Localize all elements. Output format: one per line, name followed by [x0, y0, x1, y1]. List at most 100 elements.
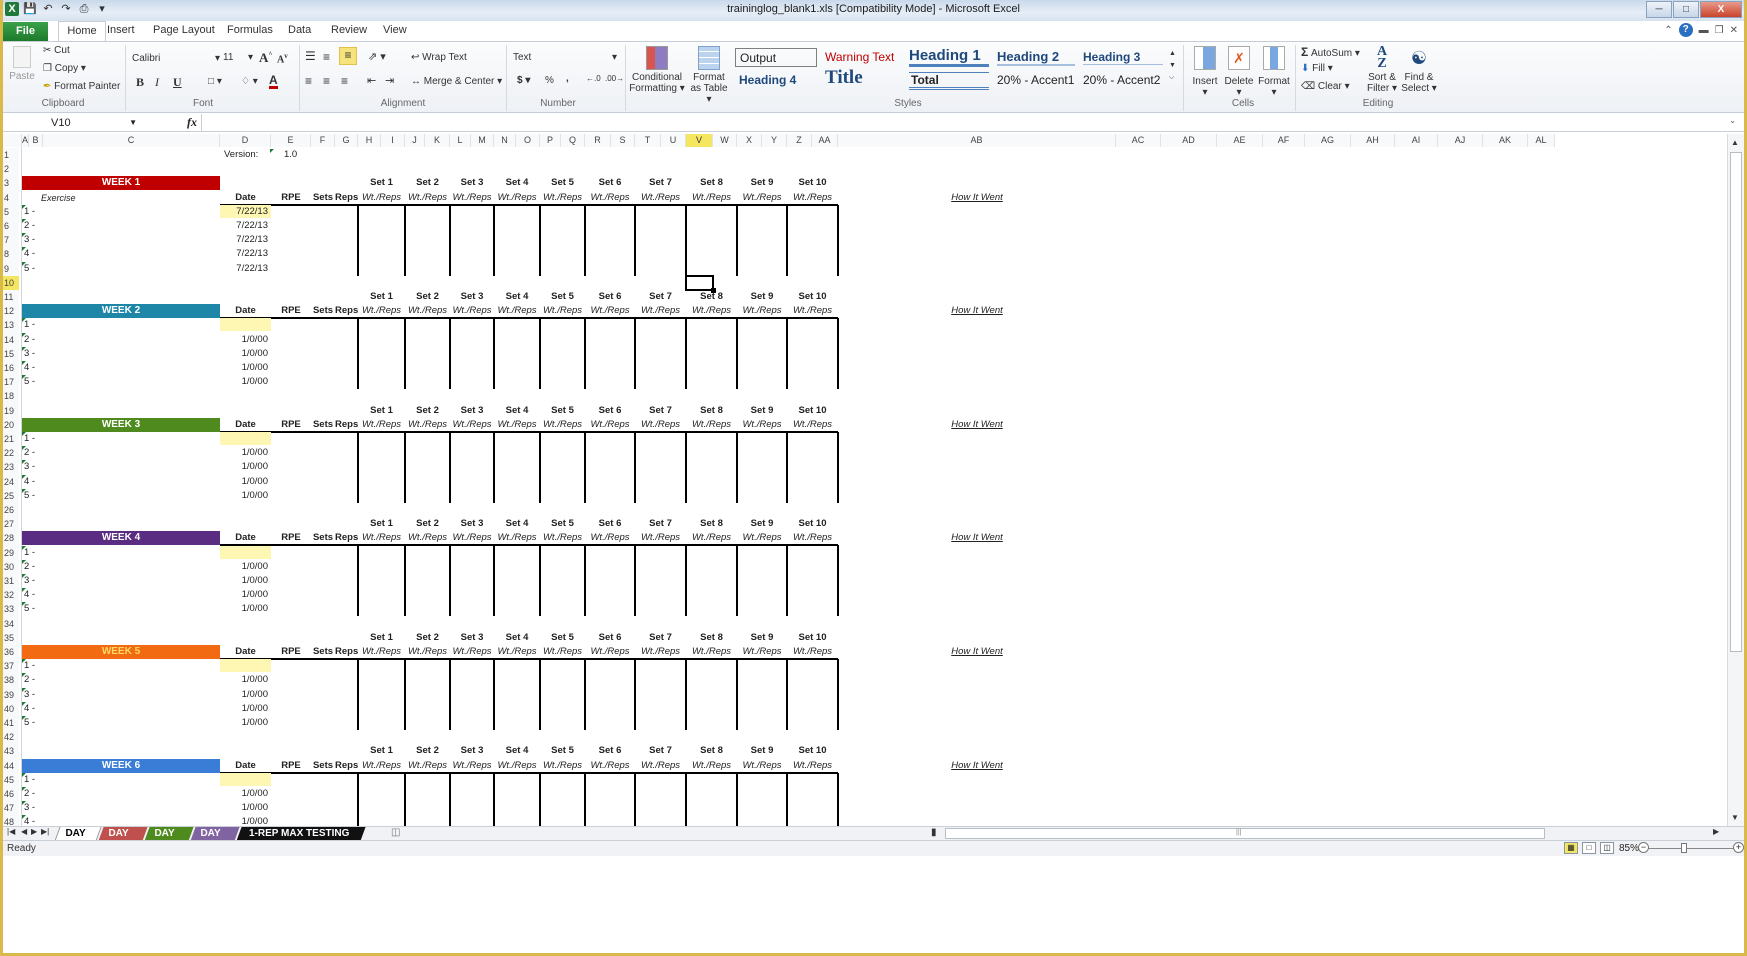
- row-header-45[interactable]: 45: [3, 772, 19, 787]
- exercise-cell[interactable]: 4 -: [24, 361, 35, 375]
- next-sheet-icon[interactable]: ▶: [31, 827, 37, 836]
- exercise-cell[interactable]: 5 -: [24, 489, 35, 503]
- column-header-u[interactable]: U: [661, 134, 686, 147]
- row-header-46[interactable]: 46: [3, 787, 19, 802]
- worksheet-grid[interactable]: A B C D E F G H I J K L M N O P Q R S T U V W X Y Z AA AB AC AD AE AF AG…: [3, 134, 1720, 826]
- exercise-cell[interactable]: 4 -: [24, 702, 35, 716]
- formula-input[interactable]: [201, 114, 1736, 131]
- exercise-cell[interactable]: 1 -: [24, 659, 35, 673]
- split-handle[interactable]: ▮: [931, 827, 937, 838]
- row-header-31[interactable]: 31: [3, 574, 19, 589]
- exercise-cell[interactable]: 5 -: [24, 602, 35, 616]
- currency-button[interactable]: $ ▾: [517, 75, 530, 86]
- column-header-aa[interactable]: AA: [812, 134, 838, 147]
- page-break-view-icon[interactable]: ◫: [1600, 842, 1614, 854]
- date-cell[interactable]: 1/0/00: [220, 460, 268, 474]
- find-select-button[interactable]: ☯ Find & Select ▾: [1401, 46, 1437, 94]
- date-cell[interactable]: 1/0/00: [220, 574, 268, 588]
- zoom-in-icon[interactable]: +: [1733, 842, 1744, 853]
- column-header-g[interactable]: G: [335, 134, 358, 147]
- exercise-cell[interactable]: 5 -: [24, 262, 35, 276]
- font-size-select[interactable]: 11 ▾: [223, 52, 253, 63]
- row-header-20[interactable]: 20: [3, 417, 19, 432]
- exercise-cell[interactable]: 4 -: [24, 475, 35, 489]
- date-cell[interactable]: 1/0/00: [220, 361, 268, 375]
- insert-cells-button[interactable]: Insert ▾: [1189, 46, 1221, 98]
- row-header-26[interactable]: 26: [3, 503, 19, 518]
- exercise-cell[interactable]: 2 -: [24, 787, 35, 801]
- exercise-cell[interactable]: 5 -: [24, 716, 35, 730]
- row-header-5[interactable]: 5: [3, 204, 19, 219]
- column-header-ac[interactable]: AC: [1116, 134, 1161, 147]
- row-header-44[interactable]: 44: [3, 758, 19, 773]
- column-header-c[interactable]: C: [43, 134, 220, 147]
- workbook-restore-icon[interactable]: ❐: [1715, 25, 1724, 36]
- column-header-n[interactable]: N: [494, 134, 516, 147]
- expand-formula-bar-icon[interactable]: ⌄: [1729, 116, 1736, 125]
- column-header-ai[interactable]: AI: [1395, 134, 1438, 147]
- row-header-28[interactable]: 28: [3, 531, 19, 546]
- tab-review[interactable]: Review: [331, 24, 367, 36]
- style-title[interactable]: Title: [825, 67, 863, 89]
- row-header-32[interactable]: 32: [3, 588, 19, 603]
- column-header-f[interactable]: F: [311, 134, 335, 147]
- exercise-cell[interactable]: 1 -: [24, 773, 35, 787]
- row-header-35[interactable]: 35: [3, 630, 19, 645]
- scroll-right-icon[interactable]: ▶: [1713, 827, 1719, 836]
- date-cell[interactable]: 1/0/00: [220, 560, 268, 574]
- format-as-table-button[interactable]: Format as Table ▾: [687, 46, 731, 105]
- style-output[interactable]: Output: [735, 48, 817, 67]
- format-painter-button[interactable]: ✒ Format Painter: [43, 81, 120, 92]
- exercise-cell[interactable]: 2 -: [24, 673, 35, 687]
- row-header-12[interactable]: 12: [3, 304, 19, 319]
- column-header-b[interactable]: B: [29, 134, 43, 147]
- column-header-z[interactable]: Z: [787, 134, 812, 147]
- column-header-o[interactable]: O: [516, 134, 540, 147]
- sheet-tab-day-4[interactable]: DAY 4: [190, 827, 240, 853]
- column-header-al[interactable]: AL: [1528, 134, 1555, 147]
- column-header-af[interactable]: AF: [1263, 134, 1305, 147]
- fill-color-button[interactable]: ♢ ▾: [241, 76, 258, 87]
- top-align-button[interactable]: ☰: [305, 49, 316, 63]
- last-sheet-icon[interactable]: ▶|: [41, 827, 49, 836]
- align-right-button[interactable]: ≡: [341, 74, 348, 88]
- middle-align-button[interactable]: ≡: [323, 50, 330, 64]
- date-cell[interactable]: 7/22/13: [220, 247, 268, 261]
- column-header-m[interactable]: M: [471, 134, 494, 147]
- style-total[interactable]: Total: [909, 72, 989, 90]
- decrease-indent-button[interactable]: ⇤: [367, 74, 376, 87]
- row-header-6[interactable]: 6: [3, 219, 19, 234]
- center-button[interactable]: ≡: [323, 74, 330, 88]
- merge-center-button[interactable]: ↔ Merge & Center ▾: [411, 76, 502, 87]
- row-header-43[interactable]: 43: [3, 744, 19, 759]
- date-cell[interactable]: 1/0/00: [220, 333, 268, 347]
- column-header-w[interactable]: W: [713, 134, 737, 147]
- number-format-select[interactable]: Text ▾: [513, 52, 617, 63]
- tab-view[interactable]: View: [383, 24, 407, 36]
- exercise-cell[interactable]: 2 -: [24, 219, 35, 233]
- paste-button[interactable]: Paste: [9, 46, 35, 82]
- style-heading-1[interactable]: Heading 1: [909, 47, 989, 67]
- exercise-cell[interactable]: 4 -: [24, 247, 35, 261]
- vertical-scrollbar[interactable]: ▲ ▼: [1727, 134, 1744, 826]
- style-warning-text[interactable]: Warning Text: [825, 50, 894, 64]
- shrink-font-button[interactable]: Av: [277, 52, 288, 65]
- fill-button[interactable]: ⬇ Fill ▾: [1301, 63, 1333, 74]
- minimize-button[interactable]: ─: [1646, 1, 1672, 18]
- row-header-17[interactable]: 17: [3, 375, 19, 390]
- column-header-ab[interactable]: AB: [838, 134, 1116, 147]
- date-cell[interactable]: 1/0/00: [220, 801, 268, 815]
- row-header-7[interactable]: 7: [3, 233, 19, 248]
- date-cell[interactable]: 1/0/00: [220, 815, 268, 826]
- percent-button[interactable]: %: [545, 75, 554, 86]
- column-header-aj[interactable]: AJ: [1438, 134, 1483, 147]
- row-header-13[interactable]: 13: [3, 318, 19, 333]
- font-name-select[interactable]: Calibri ▾: [131, 52, 221, 65]
- tab-insert[interactable]: Insert: [107, 24, 135, 36]
- date-cell[interactable]: 1/0/00: [220, 588, 268, 602]
- name-box[interactable]: V10 ▼: [21, 115, 141, 131]
- row-header-10[interactable]: 10: [3, 275, 19, 290]
- row-header-8[interactable]: 8: [3, 247, 19, 262]
- delete-cells-button[interactable]: ✗ Delete ▾: [1223, 46, 1255, 98]
- styles-gallery-scroll[interactable]: ▲ ▼ ⌵: [1169, 48, 1176, 84]
